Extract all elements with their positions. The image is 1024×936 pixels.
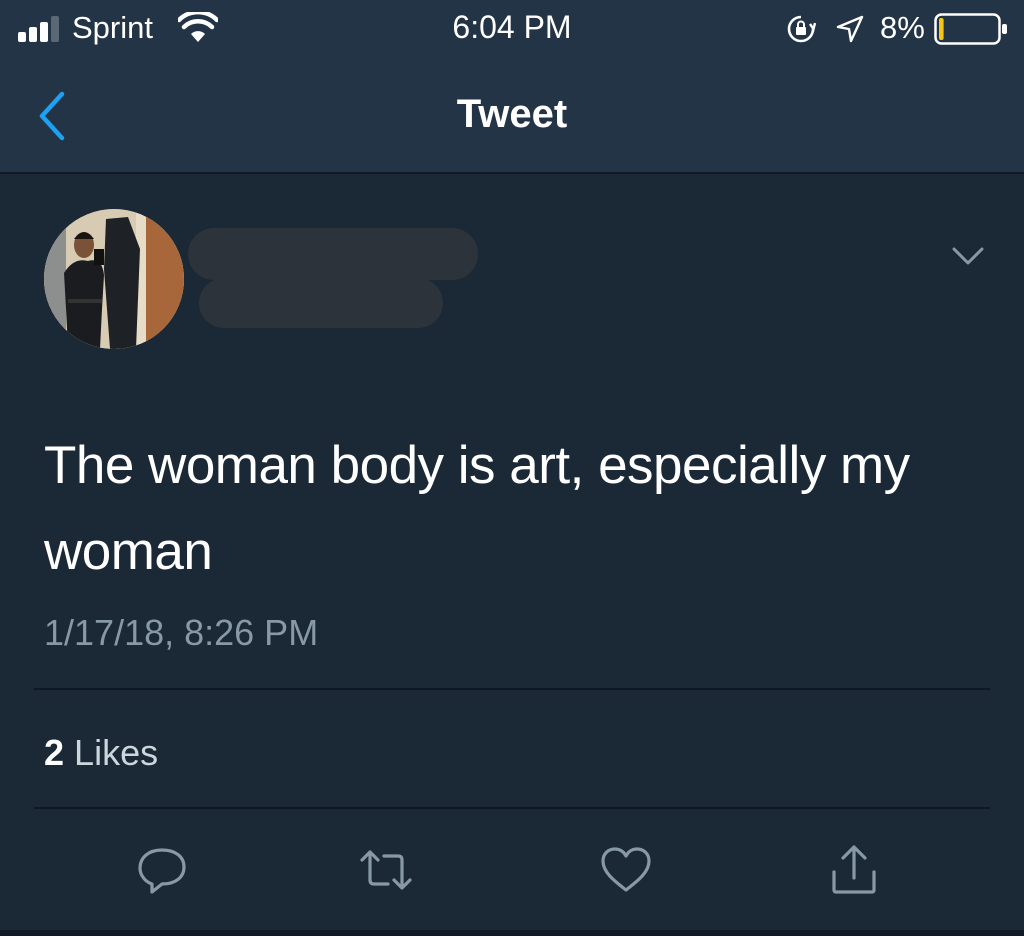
page-title: Tweet	[456, 92, 568, 136]
likes-label: Likes	[74, 732, 159, 773]
status-bar: Sprint 6:04 PM 8%	[0, 0, 1024, 56]
redacted-display-name	[188, 228, 478, 280]
chevron-down-icon[interactable]	[948, 240, 988, 270]
likes-number: 2	[44, 732, 65, 773]
avatar[interactable]	[44, 209, 184, 349]
divider	[34, 688, 990, 690]
battery-percent: 8%	[880, 10, 925, 45]
status-time: 6:04 PM	[452, 9, 572, 45]
divider	[34, 807, 990, 809]
retweet-icon[interactable]	[358, 842, 414, 898]
rotation-lock-icon	[787, 15, 816, 43]
battery-icon	[934, 13, 1007, 45]
share-icon[interactable]	[826, 842, 882, 898]
heart-icon[interactable]	[598, 842, 654, 898]
location-arrow-icon	[836, 15, 864, 43]
redacted-username	[199, 278, 443, 328]
tweet-text: The woman body is art, especially my wom…	[44, 436, 910, 581]
likes-count[interactable]: 2 Likes	[44, 732, 158, 774]
bottom-edge	[0, 930, 1024, 936]
reply-icon[interactable]	[134, 842, 190, 898]
tweet-timestamp: 1/17/18, 8:26 PM	[44, 612, 319, 653]
